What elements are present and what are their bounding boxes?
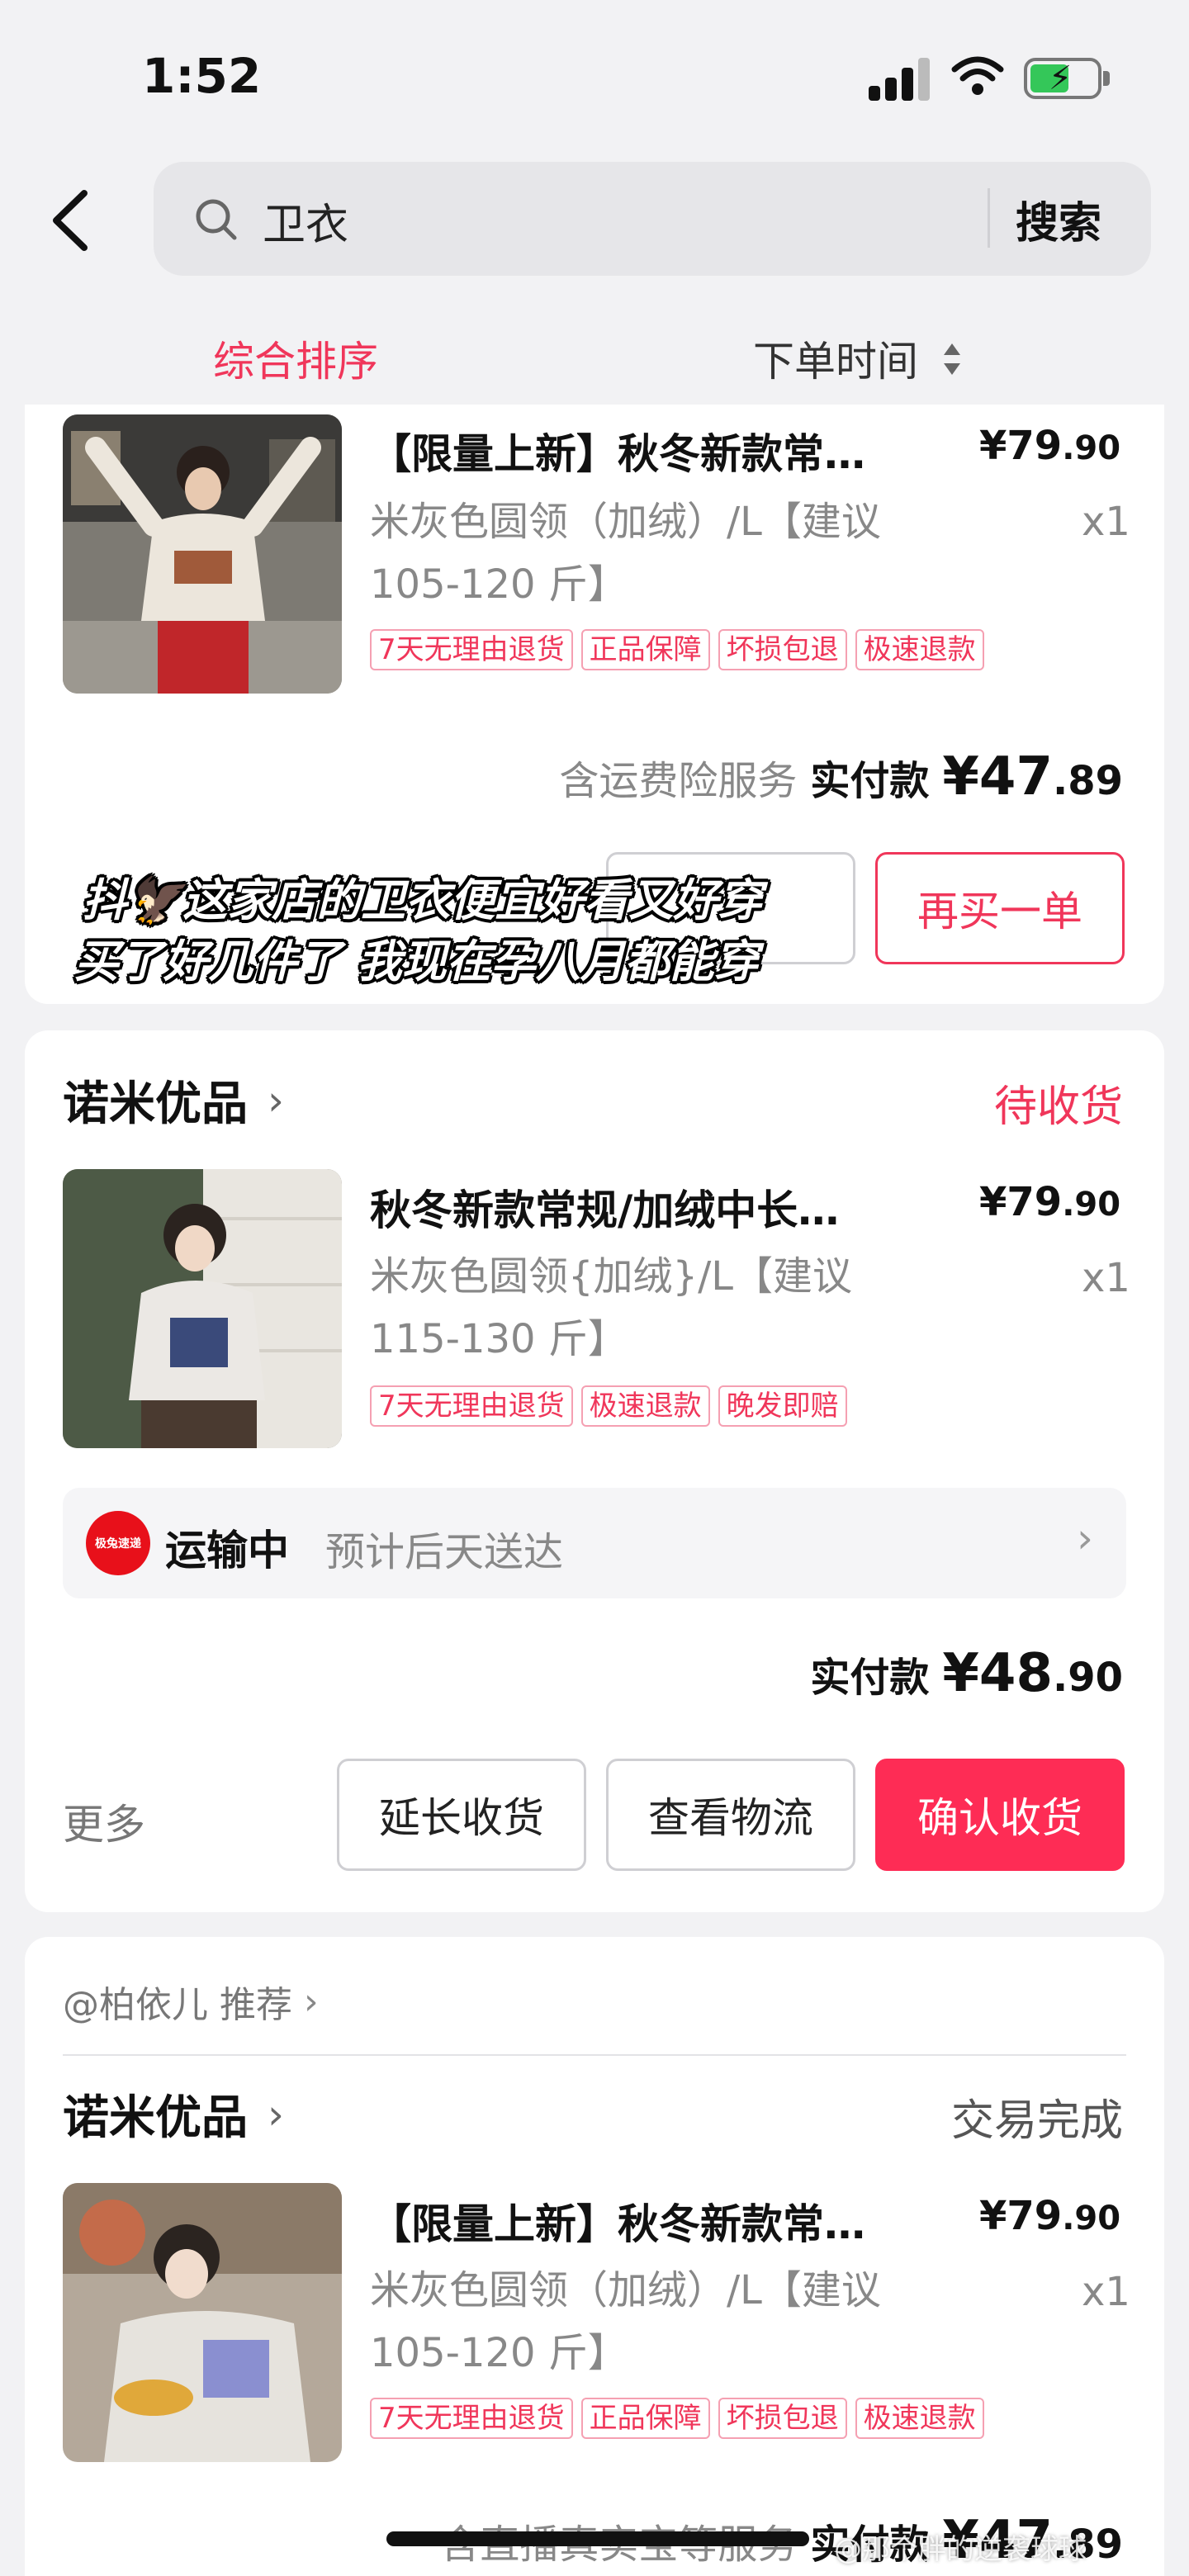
total-label: 实付款 xyxy=(810,758,930,804)
shop-header[interactable]: 诺米优品 › xyxy=(63,2081,284,2147)
product-price: ¥79.90 xyxy=(979,1179,1121,1225)
product-image[interactable] xyxy=(63,414,342,694)
service-tag: 7天无理由退货 xyxy=(370,2398,573,2439)
status-time: 1:52 xyxy=(142,48,262,104)
order-status: 交易完成 xyxy=(950,2096,1123,2146)
product-qty: x1 xyxy=(1082,499,1130,545)
service-tag: 7天无理由退货 xyxy=(370,629,573,670)
shop-name[interactable]: 诺米优品 xyxy=(63,2081,248,2147)
service-tag: 7天无理由退货 xyxy=(370,1385,573,1427)
video-caption-line: 抖🦅这家店的卫衣便宜好看又好穿 xyxy=(83,874,763,926)
shop-header[interactable]: 诺米优品 › xyxy=(63,1067,284,1134)
insurance-note: 含运费险服务 xyxy=(559,758,798,804)
shop-name[interactable]: 诺米优品 xyxy=(63,1067,248,1134)
product-image[interactable] xyxy=(63,1169,342,1448)
more-button[interactable]: 更多 xyxy=(63,1792,145,1851)
search-button[interactable]: 搜索 xyxy=(1016,188,1101,250)
product-spec: 米灰色圆领（加绒）/L【建议 105-120 斤】 xyxy=(370,499,881,608)
service-tags: 7天无理由退货 正品保障 坏损包退 极速退款 xyxy=(370,629,984,670)
wifi-icon xyxy=(951,56,1004,95)
order-total: 含运费险服务 实付款 ¥47.89 xyxy=(559,746,1123,807)
product-price: ¥79.90 xyxy=(979,423,1121,469)
chevron-right-icon: › xyxy=(1077,1514,1093,1562)
battery-icon: ⚡ xyxy=(1024,58,1110,99)
sort-bar xyxy=(0,305,1189,405)
total-price: ¥48.90 xyxy=(942,1643,1123,1704)
total-label: 实付款 xyxy=(810,1655,930,1701)
service-tag: 晚发即赔 xyxy=(718,1385,847,1427)
product-title[interactable]: 【限量上新】秋冬新款常… xyxy=(370,421,865,481)
logistics-status: 运输中 xyxy=(165,1527,289,1574)
service-tag: 正品保障 xyxy=(580,2398,710,2439)
sort-order-time-tab[interactable]: 下单时间 xyxy=(753,329,918,388)
rebuy-button[interactable]: 再买一单 xyxy=(875,852,1125,964)
product-image[interactable] xyxy=(63,2183,342,2462)
extend-receipt-button[interactable]: 延长收货 xyxy=(337,1759,586,1871)
order-total: 实付款 ¥48.90 xyxy=(810,1643,1123,1704)
service-tags: 7天无理由退货 极速退款 晚发即赔 xyxy=(370,1385,847,1427)
product-title[interactable]: 秋冬新款常规/加绒中长… xyxy=(370,1177,839,1237)
courier-logo: 极兔速递 xyxy=(86,1511,150,1575)
product-spec: 米灰色圆领（加绒）/L【建议 105-120 斤】 xyxy=(370,2267,881,2376)
order-status: 待收货 xyxy=(993,1082,1123,1132)
logistics-eta: 预计后天送达 xyxy=(325,1529,564,1575)
sort-comprehensive-tab[interactable]: 综合排序 xyxy=(213,329,378,388)
search-input[interactable]: 卫衣 xyxy=(263,190,348,252)
chevron-right-icon: › xyxy=(268,1076,284,1125)
chevron-right-icon: › xyxy=(268,2090,284,2138)
product-spec: 米灰色圆领{加绒}/L【建议 115-130 斤】 xyxy=(370,1253,852,1362)
search-divider xyxy=(988,188,990,248)
cellular-signal-icon xyxy=(869,58,935,101)
recommend-source[interactable]: @柏依儿 推荐 › xyxy=(63,1975,319,2028)
confirm-receipt-button[interactable]: 确认收货 xyxy=(875,1759,1125,1871)
product-qty: x1 xyxy=(1082,1255,1130,1301)
service-tag: 极速退款 xyxy=(855,2398,984,2439)
home-indicator[interactable] xyxy=(386,2531,809,2546)
back-arrow-icon[interactable] xyxy=(43,183,101,258)
service-tag: 坏损包退 xyxy=(718,2398,847,2439)
service-tag: 极速退款 xyxy=(855,629,984,670)
total-price: ¥47.89 xyxy=(942,746,1123,807)
product-title[interactable]: 【限量上新】秋冬新款常… xyxy=(370,2191,865,2251)
chevron-right-icon: › xyxy=(304,1980,319,2023)
search-icon xyxy=(196,199,237,240)
track-shipment-button[interactable]: 查看物流 xyxy=(606,1759,855,1871)
watermark: @那个胖的逆袭球球 xyxy=(834,2533,1087,2566)
product-price: ¥79.90 xyxy=(979,2193,1121,2239)
service-tag: 极速退款 xyxy=(580,1385,710,1427)
sort-toggle-icon xyxy=(944,343,960,375)
service-tag: 正品保障 xyxy=(580,629,710,670)
service-tags: 7天无理由退货 正品保障 坏损包退 极速退款 xyxy=(370,2398,984,2439)
service-tag: 坏损包退 xyxy=(718,629,847,670)
divider xyxy=(63,2054,1126,2056)
product-qty: x1 xyxy=(1082,2269,1130,2315)
video-caption-line: 买了好几件了 我现在孕八月都能穿 xyxy=(74,935,759,987)
